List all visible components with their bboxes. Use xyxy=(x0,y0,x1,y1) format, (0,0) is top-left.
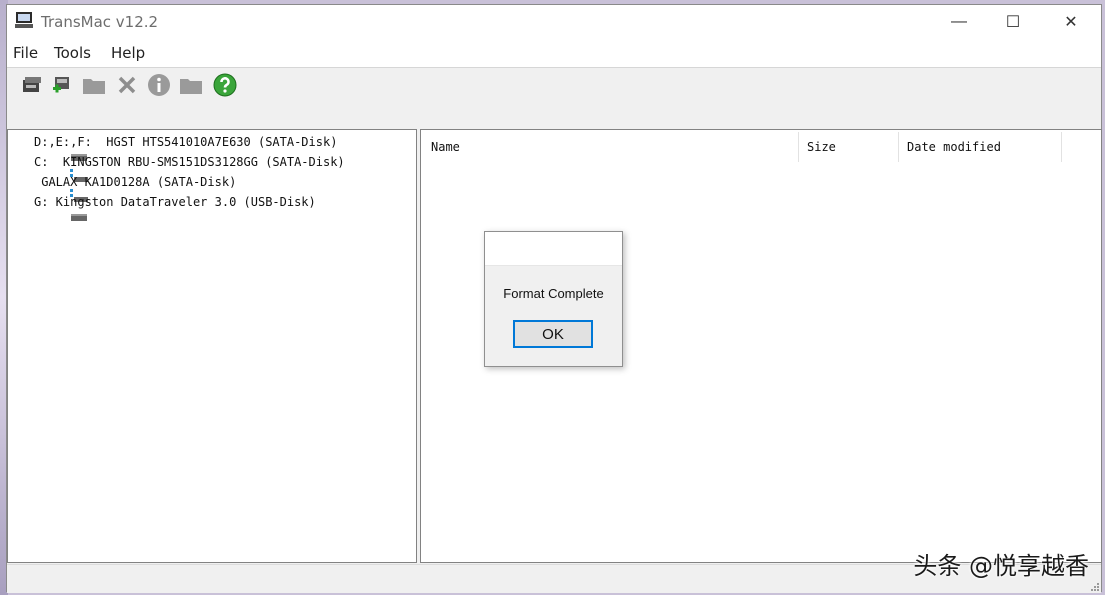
disk-item[interactable]: GALAX KA1D0128A (SATA-Disk) xyxy=(12,172,237,202)
dialog-title-bar[interactable] xyxy=(485,232,622,266)
folder-icon[interactable] xyxy=(178,72,204,98)
disk-label: C: KINGSTON RBU-SMS151DS3128GG (SATA-Dis… xyxy=(34,155,345,169)
toolbar xyxy=(7,68,1101,128)
disk-image-icon[interactable] xyxy=(19,72,45,98)
close-button[interactable]: ✕ xyxy=(1048,5,1094,39)
delete-icon[interactable] xyxy=(114,72,140,98)
format-complete-dialog: Format Complete OK xyxy=(484,231,623,367)
disk-tree-pane[interactable]: D:,E:,F: HGST HTS541010A7E630 (SATA-Disk… xyxy=(7,129,417,563)
menu-help[interactable]: Help xyxy=(111,44,145,62)
disk-label: D:,E:,F: HGST HTS541010A7E630 (SATA-Disk… xyxy=(34,135,338,149)
watermark-text: 头条 @悦享越香 xyxy=(913,552,1089,580)
ok-button[interactable]: OK xyxy=(513,320,593,348)
app-computer-icon xyxy=(15,12,33,28)
folder-icon[interactable] xyxy=(81,72,107,98)
disk-label: GALAX KA1D0128A (SATA-Disk) xyxy=(34,175,237,189)
disk-item[interactable]: C: KINGSTON RBU-SMS151DS3128GG (SATA-Dis… xyxy=(12,152,345,182)
help-icon[interactable] xyxy=(212,72,238,98)
ssd-icon xyxy=(12,155,88,182)
menu-bar: File Tools Help xyxy=(7,39,1101,68)
ssd-icon xyxy=(12,175,88,202)
menu-file[interactable]: File xyxy=(13,44,38,62)
column-header-size[interactable]: Size xyxy=(799,132,899,162)
column-header-name[interactable]: Name xyxy=(423,132,799,162)
dialog-message: Format Complete xyxy=(503,286,604,301)
menu-tools[interactable]: Tools xyxy=(54,44,91,62)
maximize-button[interactable]: ☐ xyxy=(990,5,1036,39)
column-header-date-modified[interactable]: Date modified xyxy=(899,132,1062,162)
minimize-button[interactable]: — xyxy=(936,5,982,39)
resize-grip-icon[interactable] xyxy=(1089,581,1099,591)
app-window: TransMac v12.2 — ☐ ✕ File Tools Help D:,… xyxy=(6,4,1102,593)
info-icon[interactable] xyxy=(146,72,172,98)
hdd-icon xyxy=(12,195,87,221)
disk-label: G: Kingston DataTraveler 3.0 (USB-Disk) xyxy=(34,195,316,209)
hdd-icon xyxy=(12,135,87,161)
disk-item[interactable]: D:,E:,F: HGST HTS541010A7E630 (SATA-Disk… xyxy=(12,132,338,161)
add-disk-icon[interactable] xyxy=(49,72,75,98)
disk-item[interactable]: G: Kingston DataTraveler 3.0 (USB-Disk) xyxy=(12,192,316,221)
title-bar[interactable]: TransMac v12.2 — ☐ ✕ xyxy=(7,5,1101,39)
window-title: TransMac v12.2 xyxy=(41,13,159,31)
